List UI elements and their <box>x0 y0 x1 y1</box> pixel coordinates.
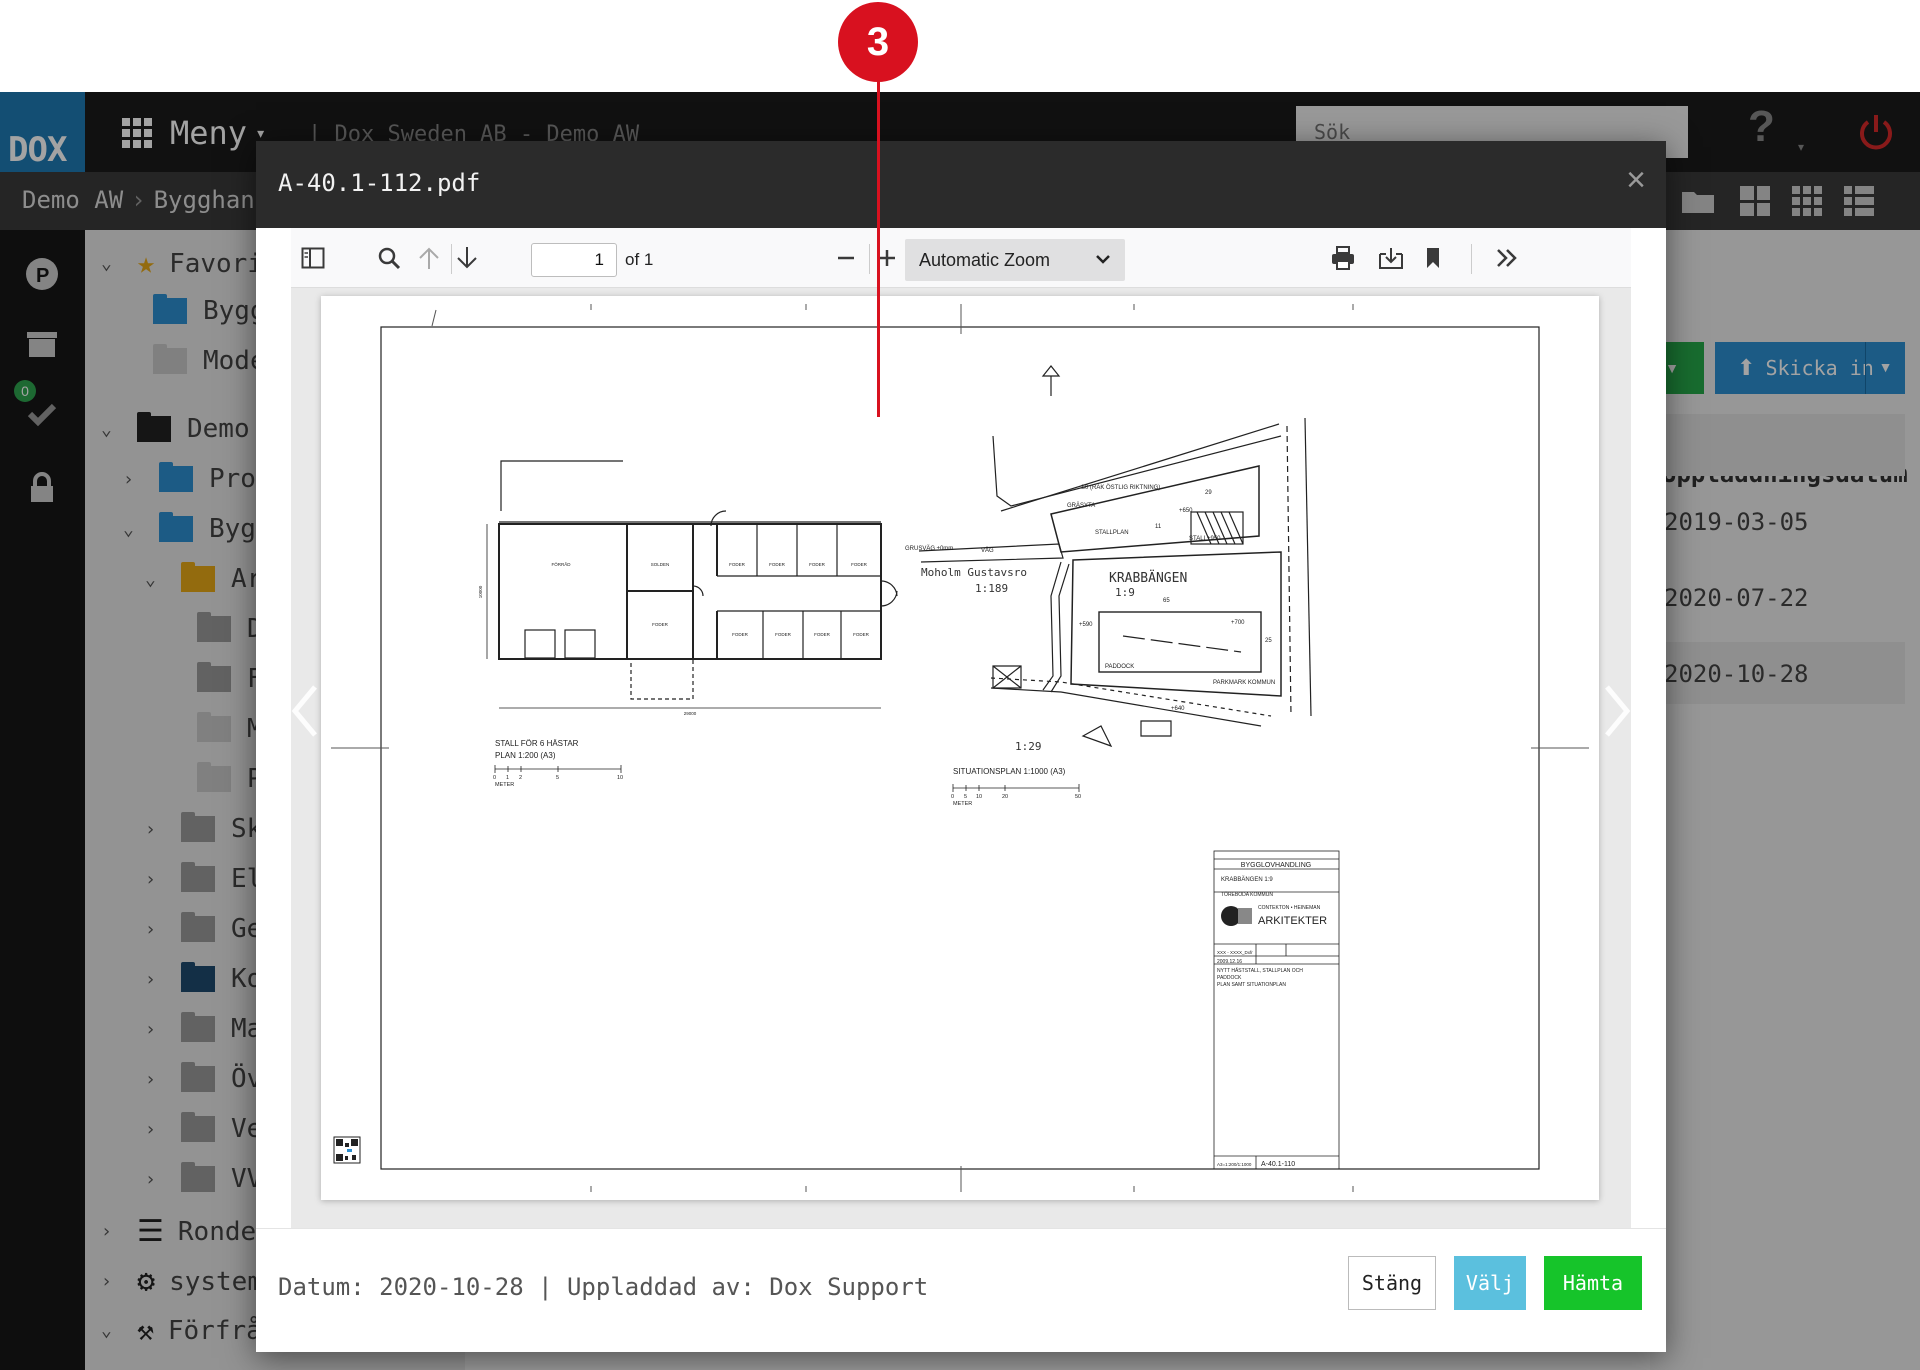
site-label: VÄG <box>981 547 994 554</box>
dimension-width: 29000 <box>684 711 697 716</box>
scalebar-tick: 5 <box>556 775 559 781</box>
site-label: 29 <box>1205 490 1212 496</box>
room-label: FODER <box>652 622 669 627</box>
site-label: +590 <box>1079 622 1093 628</box>
site-label: GRUSVÄG ±0mm <box>905 545 953 552</box>
upload-info: Datum: 2020-10-28 | Uppladdad av: Dox Su… <box>278 1273 929 1301</box>
close-button[interactable]: Stäng <box>1348 1256 1436 1310</box>
scalebar-unit: METER <box>495 782 514 788</box>
room-label: FODER <box>814 632 831 637</box>
site-label: 65 <box>1163 598 1170 604</box>
search-icon[interactable] <box>371 240 407 276</box>
site-label: S0 (RAK ÖSTLIG RIKTNING) <box>1081 484 1160 491</box>
page-number-input[interactable] <box>531 243 617 277</box>
toolbar-separator <box>1471 244 1472 274</box>
architectural-drawing: FÖRRÅD SOLDEN FODER FODER FODER FODER FO… <box>331 304 1589 1192</box>
page-count: of 1 <box>625 250 654 269</box>
zoom-select[interactable]: Automatic Zoom <box>905 239 1125 281</box>
site-label: +950 <box>1207 536 1221 542</box>
site-label: STALL <box>1189 536 1208 542</box>
select-button[interactable]: Välj <box>1454 1256 1526 1310</box>
download-icon[interactable] <box>1373 240 1409 276</box>
qr-code-icon <box>333 1136 361 1164</box>
site-label: 25 <box>1265 638 1272 644</box>
next-arrow-icon[interactable] <box>1599 681 1631 741</box>
scalebar-tick: 5 <box>964 794 967 800</box>
next-page-icon[interactable] <box>449 240 485 276</box>
room-label: FODER <box>775 632 792 637</box>
site-label: 1:189 <box>975 582 1008 595</box>
dimension-height: 10000 <box>478 585 483 598</box>
room-label: FÖRRÅD <box>552 561 572 567</box>
title-block-desc: NYTT HÄSTSTALL, STALLPLAN OCH <box>1217 967 1303 974</box>
zoom-select-value: Automatic Zoom <box>919 249 1051 270</box>
zoom-in-icon[interactable] <box>869 240 905 276</box>
site-label: GRÄSYTA <box>1067 502 1095 509</box>
title-block-drawing-number: A-40.1-110 <box>1261 1161 1295 1168</box>
sidebar-toggle-icon[interactable] <box>295 240 331 276</box>
site-label: PARKMARK KOMMUN <box>1213 680 1275 686</box>
stall-title: STALL FÖR 6 HÄSTAR <box>495 739 579 748</box>
room-label: FODER <box>853 632 870 637</box>
scalebar-tick: 10 <box>976 794 982 800</box>
tools-expand-icon[interactable] <box>1489 240 1525 276</box>
modal-header: A-40.1-112.pdf × <box>256 141 1666 228</box>
room-label: FODER <box>769 562 786 567</box>
chevron-down-icon <box>1096 255 1110 264</box>
callout-badge: 3 <box>838 2 918 82</box>
site-label: 1:29 <box>1015 740 1042 753</box>
pdf-viewer: of 1 Automatic Zoom <box>291 228 1631 1228</box>
site-label: Moholm Gustavsro <box>921 566 1027 579</box>
site-label: PADDOCK <box>1105 664 1134 670</box>
close-icon[interactable]: × <box>1626 161 1646 200</box>
site-title: SITUATIONSPLAN 1:1000 (A3) <box>953 767 1066 776</box>
zoom-out-icon[interactable] <box>828 240 864 276</box>
pdf-page: FÖRRÅD SOLDEN FODER FODER FODER FODER FO… <box>321 296 1599 1200</box>
room-label: FODER <box>851 562 868 567</box>
title-block-firm: ARKITEKTER <box>1258 915 1327 927</box>
scalebar-unit: METER <box>953 801 972 807</box>
site-label: +700 <box>1231 620 1245 626</box>
scalebar-tick: 0 <box>951 794 954 800</box>
title-block-municipality: TÖREBODA KOMMUN <box>1221 891 1273 898</box>
room-label: FODER <box>809 562 826 567</box>
title-block-handling: BYGGLOVHANDLING <box>1241 862 1311 869</box>
site-label: 1:9 <box>1115 586 1135 599</box>
pdf-canvas[interactable]: FÖRRÅD SOLDEN FODER FODER FODER FODER FO… <box>291 288 1631 1228</box>
scalebar-tick: 50 <box>1075 794 1081 800</box>
room-label: FODER <box>729 562 746 567</box>
bookmark-icon[interactable] <box>1415 240 1451 276</box>
site-label: 11 <box>1155 524 1162 530</box>
site-label: +650 <box>1179 508 1193 514</box>
scalebar-tick: 10 <box>617 775 623 781</box>
scalebar-tick: 2 <box>519 775 522 781</box>
title-block-scale: A3=1:200/1:1000 <box>1217 1162 1252 1167</box>
title-block-firm-small: CONTEKTON • HEINEMAN <box>1258 905 1321 911</box>
title-block-date: 2009.12.16 <box>1217 959 1242 965</box>
site-label: STALLPLAN <box>1095 530 1129 536</box>
stall-scale: PLAN 1:200 (A3) <box>495 751 556 760</box>
scalebar-tick: 20 <box>1002 794 1008 800</box>
pdf-toolbar: of 1 Automatic Zoom <box>291 228 1631 288</box>
room-label: FODER <box>732 632 749 637</box>
scalebar-tick: 0 <box>493 775 496 781</box>
room-label: SOLDEN <box>651 562 670 567</box>
previous-page-icon[interactable] <box>411 240 447 276</box>
title-block-file: XXX - XXXX_Dxfr <box>1217 950 1253 955</box>
modal-title: A-40.1-112.pdf <box>278 169 481 197</box>
title-block-desc: PADDOCK <box>1217 975 1242 981</box>
previous-arrow-icon[interactable] <box>291 681 323 741</box>
title-block-desc: PLAN SAMT SITUATIONPLAN <box>1217 982 1286 988</box>
pdf-preview-modal: A-40.1-112.pdf × of 1 <box>256 141 1666 1352</box>
scalebar-tick: 1 <box>506 775 509 781</box>
site-label: +640 <box>1171 706 1185 712</box>
callout-line <box>877 72 880 417</box>
title-block-property: KRABBÄNGEN 1:9 <box>1221 876 1273 883</box>
modal-footer: Datum: 2020-10-28 | Uppladdad av: Dox Su… <box>256 1228 1666 1352</box>
site-label: KRABBÄNGEN <box>1109 570 1187 586</box>
print-icon[interactable] <box>1325 240 1361 276</box>
download-button[interactable]: Hämta <box>1544 1256 1642 1310</box>
